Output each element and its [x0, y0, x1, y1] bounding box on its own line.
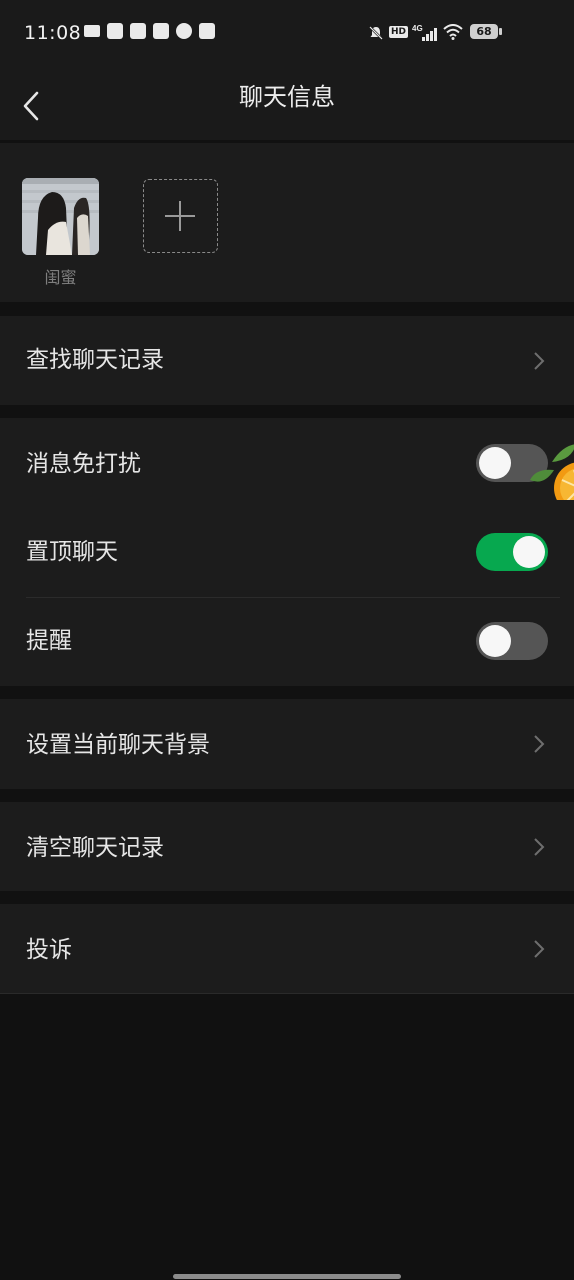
report-label: 投诉: [26, 937, 72, 963]
hd-badge: HD: [389, 26, 409, 38]
wifi-icon: [443, 24, 463, 40]
search-history-row[interactable]: 查找聊天记录: [0, 316, 574, 405]
chevron-right-icon: [534, 940, 545, 958]
members-section: 闺蜜: [0, 143, 574, 302]
toggles-group: 消息免打扰 置顶聊天 提醒: [0, 418, 574, 686]
clear-history-row[interactable]: 清空聊天记录: [0, 802, 574, 891]
status-bar: 11:08 HD 4G 68: [0, 0, 574, 70]
search-history-label: 查找聊天记录: [26, 347, 164, 373]
pin-row: 置顶聊天: [0, 508, 574, 597]
avatar-photo: [22, 178, 99, 255]
clear-history-group: 清空聊天记录: [0, 802, 574, 891]
member-name: 闺蜜: [44, 268, 77, 287]
add-member-button[interactable]: [143, 179, 218, 253]
mute-label: 消息免打扰: [26, 451, 141, 477]
search-history-group: 查找聊天记录: [0, 316, 574, 405]
toggle-knob: [513, 536, 545, 568]
report-row[interactable]: 投诉: [0, 904, 574, 993]
notification-icons: [84, 23, 215, 39]
remind-label: 提醒: [26, 628, 72, 654]
nav-bar: 聊天信息: [0, 70, 574, 140]
add-member-plus-icon: [165, 201, 195, 231]
chevron-right-icon: [534, 352, 545, 370]
chat-background-row[interactable]: 设置当前聊天背景: [0, 699, 574, 788]
background-group: 设置当前聊天背景: [0, 699, 574, 789]
toggle-knob: [479, 447, 511, 479]
remind-row: 提醒: [0, 597, 574, 686]
mute-row: 消息免打扰: [0, 418, 574, 508]
svg-text:4G: 4G: [412, 24, 423, 33]
floating-orange-icon[interactable]: [522, 440, 574, 500]
chevron-right-icon: [534, 735, 545, 753]
chat-background-label: 设置当前聊天背景: [26, 732, 210, 758]
play-icon: [199, 23, 215, 39]
battery-indicator: 68: [470, 24, 502, 39]
app-notification-icon: [107, 23, 123, 39]
mail-icon: [130, 23, 146, 39]
report-group: 投诉: [0, 904, 574, 994]
status-time: 11:08: [24, 22, 82, 44]
pin-label: 置顶聊天: [26, 539, 118, 565]
signal-icon: 4G: [412, 24, 437, 41]
home-indicator: [173, 1274, 401, 1279]
avatar[interactable]: [22, 178, 99, 255]
toggle-knob: [479, 625, 511, 657]
video-icon: [84, 25, 100, 37]
face-icon: [176, 23, 192, 39]
pin-toggle[interactable]: [476, 533, 548, 571]
book-icon: [153, 23, 169, 39]
chevron-right-icon: [534, 838, 545, 856]
mute-bell-icon: [369, 26, 383, 40]
clear-history-label: 清空聊天记录: [26, 835, 164, 861]
page-title: 聊天信息: [239, 83, 335, 111]
remind-toggle[interactable]: [476, 622, 548, 660]
